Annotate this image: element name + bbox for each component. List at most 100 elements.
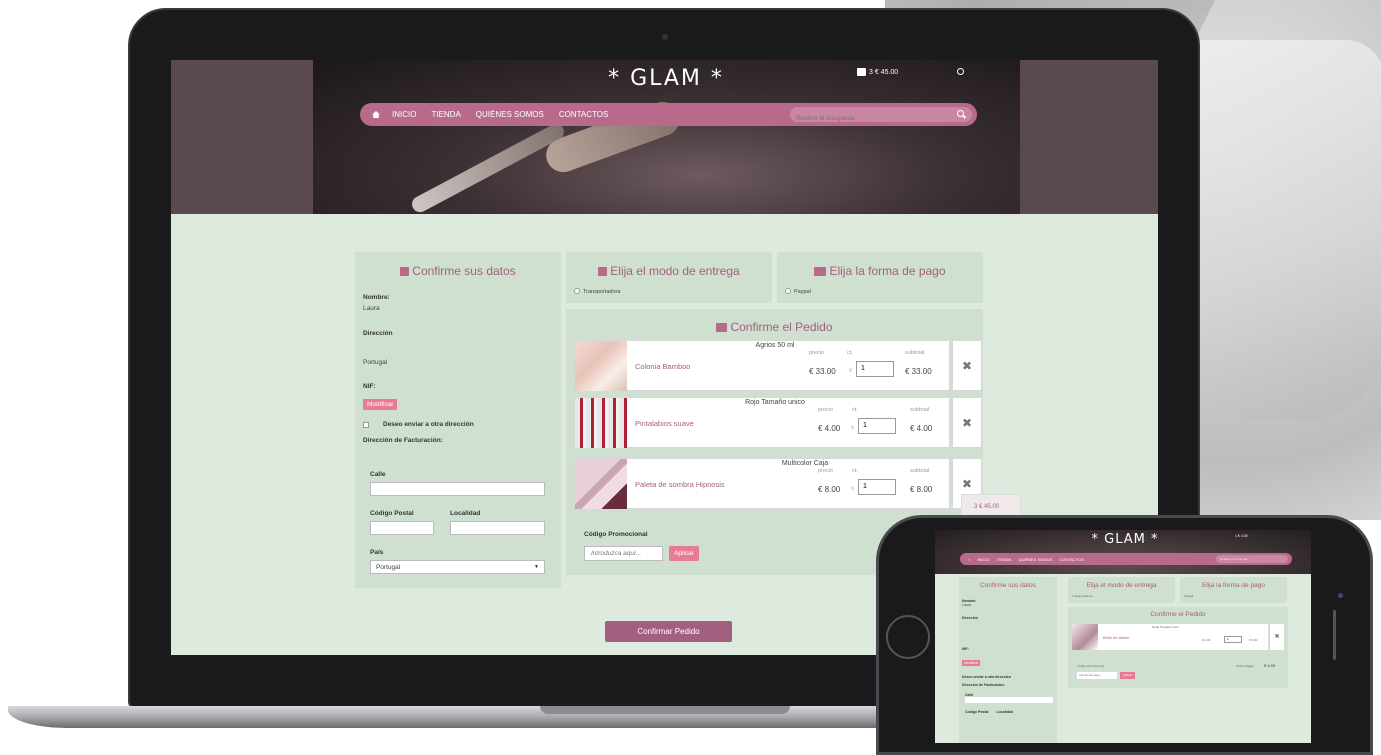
entrega-title: Elija el modo de entrega [566, 264, 772, 278]
promo-input[interactable]: Introduzca aquí... [584, 546, 663, 561]
phone-pago-option[interactable]: Paypal [1184, 594, 1193, 598]
cp-label: Código Postal [370, 510, 414, 517]
ct-header: ct. [852, 468, 858, 474]
item-subtotal: € 8.00 [910, 485, 933, 494]
quantity-input[interactable]: 1 [858, 479, 896, 495]
item-subtotal: € 33.00 [905, 367, 932, 376]
product-image [575, 398, 627, 448]
product-image [575, 341, 627, 391]
phone-nav-tienda[interactable]: TIENDA [997, 557, 1012, 562]
phone-promo-label: Código Promocional [1077, 664, 1105, 668]
item-variant: Multicolor Caja [781, 460, 829, 467]
nav-inicio[interactable]: INICIO [392, 110, 416, 119]
header-side-right [1020, 60, 1158, 214]
product-image [575, 459, 627, 509]
item-subtotal: € 4.00 [910, 424, 933, 433]
calle-field[interactable] [370, 482, 545, 496]
phone-datos-title: Confirme sus datos [980, 582, 1036, 589]
site-header: * GLAM * 3 € 45.00 INICIO TIENDA QUIÉNES… [171, 60, 1158, 214]
phone-nav-inicio[interactable]: INICIO [977, 557, 989, 562]
truck-icon [598, 267, 608, 276]
site-logo[interactable]: * GLAM * [601, 66, 731, 91]
quantity-input[interactable]: 1 [858, 418, 896, 434]
power-icon[interactable] [957, 68, 964, 75]
phone-aplicar-button[interactable]: Aplicar [1120, 672, 1136, 679]
qty-multiplier: x [851, 425, 854, 431]
direccion-value: Portugal [363, 359, 388, 366]
nombre-label: Nombre: [363, 294, 390, 301]
phone-pedido-title: Confirme el Pedido [1150, 611, 1206, 618]
order-item: Multicolor Caja Paleta de sombra Hipnosi… [574, 458, 950, 509]
item-name[interactable]: Paleta de sombra Hipnosis [635, 480, 725, 489]
item-variant: Rojo Tamaño unico [745, 399, 805, 406]
quantity-input[interactable]: 1 [856, 361, 894, 377]
ct-header: ct. [852, 407, 858, 413]
item-price: € 8.00 [818, 485, 841, 494]
modificar-button[interactable]: Modificar [363, 399, 398, 410]
entrega-option[interactable]: Transportadora [574, 288, 620, 295]
localidad-label: Localidad [450, 510, 481, 517]
phone-cp-label: Código Postal [965, 710, 989, 714]
order-item: Rojo Tamaño unico Pintalabios suave prec… [574, 397, 950, 448]
phone-remove-item-icon[interactable]: ✖ [1270, 624, 1284, 650]
entrega-panel: Elija el modo de entrega Transportadora [566, 252, 772, 303]
phone-datos-panel: Confirme sus datos Nombre: Laura Direcci… [959, 577, 1057, 743]
phone-modificar-button[interactable]: Modificar [962, 660, 981, 666]
phone-quantity-input[interactable]: 1 [1224, 636, 1242, 643]
entrega-radio[interactable] [574, 288, 580, 294]
phone-total-label: Total a Pagar: [1236, 664, 1255, 668]
item-name[interactable]: Colonia Bamboo [635, 362, 690, 371]
header-cart[interactable]: 3 € 45.00 [857, 68, 898, 76]
aplicar-button[interactable]: Aplicar [669, 546, 699, 561]
phone-logo[interactable]: * GLAM * [1085, 532, 1165, 547]
phone-promo-input[interactable]: Introduzca aquí... [1077, 672, 1117, 679]
phone-camera [1338, 593, 1343, 598]
subtotal-header: subtotal [905, 350, 925, 356]
remove-item-icon[interactable]: ✖ [952, 397, 982, 448]
phone-nav-quienes[interactable]: QUIÉNES SOMOS [1018, 557, 1052, 562]
item-price: € 4.00 [818, 424, 841, 433]
home-icon[interactable] [372, 111, 380, 118]
phone-side-button [1333, 610, 1336, 660]
pedido-title-text: Confirme el Pedido [730, 320, 833, 334]
phone-calle-field[interactable] [965, 697, 1053, 703]
phone-total-value: € 4.00 [1264, 663, 1276, 668]
pais-value: Portugal [376, 563, 401, 571]
search-input[interactable] [790, 111, 940, 126]
datos-title-text: Confirme sus datos [412, 264, 516, 278]
phone-screen: * GLAM * 1 € 4.00 ⌂ INICIO TIENDA QUIÉNE… [935, 530, 1311, 743]
otra-direccion-checkbox[interactable] [363, 421, 369, 428]
phone-cart[interactable]: 1 € 4.00 [1235, 534, 1248, 538]
nav-quienes-somos[interactable]: QUIÉNES SOMOS [476, 110, 544, 119]
laptop-camera [662, 34, 668, 40]
phone-item-name[interactable]: Brillo de labios [1103, 635, 1129, 640]
remove-item-icon[interactable]: ✖ [952, 340, 982, 391]
item-price: € 33.00 [809, 367, 836, 376]
phone-otra-direccion[interactable]: Deseo enviar a otra dirección [962, 675, 1053, 679]
phone-entrega-option[interactable]: Transportadora [1072, 594, 1092, 598]
phone-entrega-title: Elija el modo de entrega [1086, 582, 1157, 589]
mockup-stage: * GLAM * 3 € 45.00 INICIO TIENDA QUIÉNES… [0, 0, 1381, 755]
localidad-field[interactable] [450, 521, 545, 535]
phone-pago-panel: Elija la forma de pago Paypal [1180, 577, 1287, 603]
cp-field[interactable] [370, 521, 434, 535]
phone-nav-contactos[interactable]: CONTACTOS [1059, 557, 1084, 562]
nav-tienda[interactable]: TIENDA [431, 110, 460, 119]
pago-option[interactable]: Paypal [785, 288, 811, 295]
pais-select[interactable]: Portugal ▼ [370, 560, 545, 574]
pago-radio[interactable] [785, 288, 791, 294]
search-icon[interactable] [957, 110, 964, 117]
pago-title: Elija la forma de pago [777, 264, 983, 278]
qty-multiplier: x [849, 368, 852, 374]
qty-multiplier: x [851, 486, 854, 492]
phone-item-price: € 4.00 [1202, 638, 1211, 642]
phone-search-input[interactable]: Realice la búsqueda [1216, 555, 1288, 563]
home-icon[interactable]: ⌂ [968, 557, 970, 562]
item-name[interactable]: Pintalabios suave [635, 419, 694, 428]
phone-item-variant: Nude Tamaño unico [1152, 625, 1179, 629]
nombre-value: Laura [363, 305, 380, 312]
nav-contactos[interactable]: CONTACTOS [559, 110, 608, 119]
phone-product-image [1072, 624, 1098, 650]
confirmar-pedido-button[interactable]: Confirmar Pedido [605, 621, 732, 642]
promo-label: Código Promocional [584, 531, 648, 538]
